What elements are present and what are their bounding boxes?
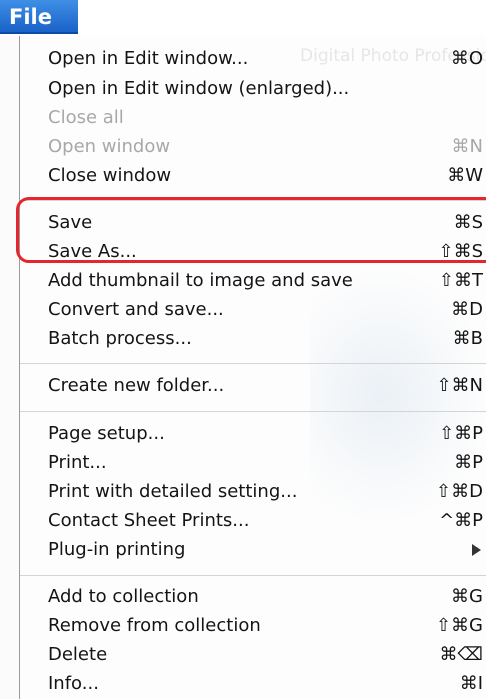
- menu-separator: [20, 363, 486, 364]
- menu-item-contact-sheet-prints[interactable]: Contact Sheet Prints... ^⌘P: [20, 508, 486, 534]
- menu-item-label: Open window: [48, 136, 171, 157]
- menu-item-label: Plug-in printing: [48, 539, 186, 560]
- menu-item-page-setup[interactable]: Page setup... ⇧⌘P: [20, 421, 486, 447]
- menu-item-open-in-edit-window[interactable]: Open in Edit window... ⌘O: [20, 46, 486, 72]
- menu-item-delete[interactable]: Delete ⌘⌫: [20, 642, 486, 668]
- menu-item-plug-in-printing[interactable]: Plug-in printing: [20, 537, 486, 563]
- menu-item-label: Print...: [48, 452, 107, 473]
- menu-item-label: Close window: [48, 165, 172, 186]
- menu-item-shortcut: ⇧⌘G: [435, 615, 483, 636]
- menu-item-close-all: Close all: [20, 105, 486, 131]
- menu-item-convert-and-save[interactable]: Convert and save... ⌘D: [20, 297, 486, 323]
- menu-item-shortcut: ⌘D: [451, 299, 483, 320]
- menu-item-open-window: Open window ⌘N: [20, 134, 486, 160]
- menu-separator: [20, 411, 486, 412]
- menu-item-save[interactable]: Save ⌘S: [20, 210, 486, 236]
- menu-item-label: Contact Sheet Prints...: [48, 510, 250, 531]
- menu-item-shortcut: ⌘⌫: [439, 644, 483, 665]
- menu-item-label: Add thumbnail to image and save: [48, 270, 353, 291]
- menu-item-create-new-folder[interactable]: Create new folder... ⇧⌘N: [20, 373, 486, 399]
- menu-item-add-to-collection[interactable]: Add to collection ⌘G: [20, 584, 486, 610]
- menu-item-label: Close all: [48, 107, 124, 128]
- menu-item-batch-process[interactable]: Batch process... ⌘B: [20, 326, 486, 352]
- menu-item-remove-from-collection[interactable]: Remove from collection ⇧⌘G: [20, 613, 486, 639]
- menu-item-label: Add to collection: [48, 586, 199, 607]
- menu-item-shortcut: ⌘O: [450, 48, 483, 69]
- file-menu: Digital Photo Professional Open in Edit …: [19, 36, 486, 699]
- menu-item-label: Info...: [48, 673, 99, 694]
- menu-bar: File: [0, 0, 486, 36]
- menu-item-label: Open in Edit window...: [48, 48, 249, 69]
- menu-item-shortcut: ⇧⌘N: [436, 375, 483, 396]
- menu-item-label: Open in Edit window (enlarged)...: [48, 78, 350, 99]
- screenshot: File Digital Photo Professional Open in …: [0, 0, 486, 699]
- menu-separator: [20, 575, 486, 576]
- menu-item-label: Save As...: [48, 241, 137, 262]
- menu-item-add-thumbnail-and-save[interactable]: Add thumbnail to image and save ⇧⌘T: [20, 268, 486, 294]
- menu-item-label: Remove from collection: [48, 615, 261, 636]
- menu-item-shortcut: ⌘G: [451, 586, 483, 607]
- menu-item-label: Save: [48, 212, 93, 233]
- menu-item-save-as[interactable]: Save As... ⇧⌘S: [20, 239, 486, 265]
- menu-item-shortcut: ⇧⌘T: [438, 270, 483, 291]
- menu-item-shortcut: ⇧⌘P: [439, 423, 483, 444]
- menu-title-file[interactable]: File: [0, 0, 78, 34]
- submenu-indicator: [472, 537, 483, 563]
- menu-item-label: Print with detailed setting...: [48, 481, 298, 502]
- menu-item-shortcut: ⌘B: [452, 328, 483, 349]
- menu-item-shortcut: ⌘I: [459, 673, 483, 694]
- menu-item-label: Batch process...: [48, 328, 192, 349]
- submenu-arrow-icon: [472, 544, 481, 556]
- menu-item-open-in-edit-window-enlarged[interactable]: Open in Edit window (enlarged)...: [20, 76, 486, 102]
- menu-item-shortcut: ^⌘P: [439, 510, 483, 531]
- menu-item-label: Convert and save...: [48, 299, 224, 320]
- menu-item-print-detailed-setting[interactable]: Print with detailed setting... ⇧⌘D: [20, 479, 486, 505]
- menu-item-shortcut: ⇧⌘D: [436, 481, 483, 502]
- menu-item-label: Page setup...: [48, 423, 165, 444]
- menu-separator: [20, 200, 486, 201]
- menu-item-shortcut: ⇧⌘S: [438, 241, 483, 262]
- menu-item-shortcut: ⌘P: [454, 452, 483, 473]
- menu-item-label: Create new folder...: [48, 375, 225, 396]
- menu-item-info[interactable]: Info... ⌘I: [20, 671, 486, 697]
- menu-item-shortcut: ⌘N: [451, 136, 483, 157]
- menu-item-close-window[interactable]: Close window ⌘W: [20, 163, 486, 189]
- menu-item-shortcut: ⌘W: [447, 165, 483, 186]
- menu-item-label: Delete: [48, 644, 108, 665]
- menu-item-shortcut: ⌘S: [453, 212, 483, 233]
- menu-item-print[interactable]: Print... ⌘P: [20, 450, 486, 476]
